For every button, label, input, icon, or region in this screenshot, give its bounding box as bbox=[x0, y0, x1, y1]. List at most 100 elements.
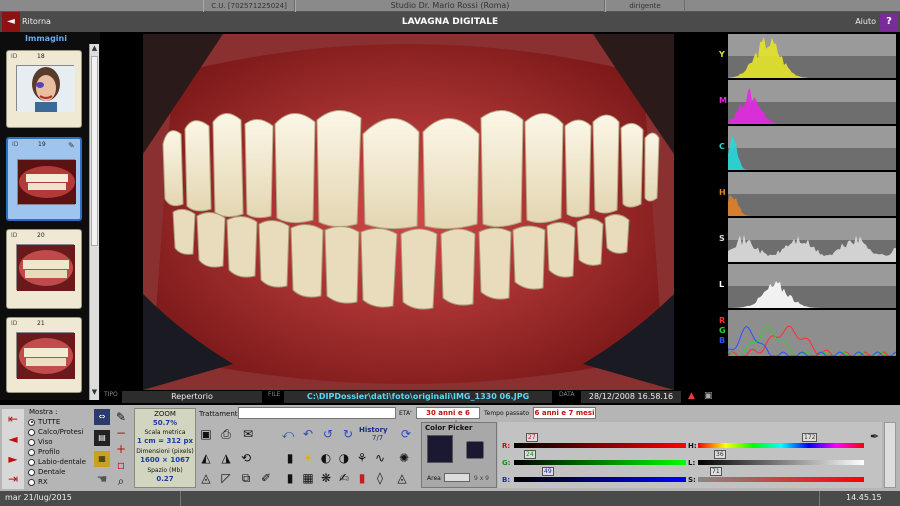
zoom-info-box: ZOOM 50.7% Scala metrica 1 cm = 312 px D… bbox=[134, 408, 196, 488]
radio-icon[interactable] bbox=[28, 428, 35, 436]
scroll-up-icon[interactable]: ▲ bbox=[885, 423, 895, 430]
thumbnail-item[interactable]: ID 21 bbox=[6, 317, 82, 393]
id-label: ID bbox=[11, 320, 18, 327]
r-slider[interactable] bbox=[514, 443, 686, 448]
panel-scrollbar[interactable]: ▲ ▼ bbox=[884, 422, 896, 488]
scroll-up-icon[interactable]: ▲ bbox=[90, 44, 99, 54]
undo-icon[interactable]: ↶ bbox=[300, 426, 316, 442]
hand-icon[interactable]: ☚ bbox=[94, 471, 110, 487]
teeth-photo-thumbnail bbox=[16, 244, 75, 291]
email-icon[interactable]: ✉ bbox=[238, 426, 258, 442]
last-icon[interactable]: ⇥ bbox=[5, 471, 21, 487]
radio-icon[interactable] bbox=[28, 458, 35, 466]
search-icon[interactable]: ⌕ bbox=[113, 473, 129, 489]
dental-photo-canvas[interactable] bbox=[143, 34, 674, 390]
sharpen-icon[interactable]: ▮ bbox=[282, 470, 298, 486]
save-icon[interactable]: ▣ bbox=[198, 426, 214, 442]
contrast-icon[interactable]: ◐ bbox=[318, 450, 334, 466]
histogram-label: H bbox=[719, 188, 726, 197]
status-date: mar 21/lug/2015 bbox=[5, 493, 72, 502]
redo-icon[interactable]: ↻ bbox=[340, 426, 356, 442]
pen-icon[interactable]: ✎ bbox=[113, 409, 129, 425]
brightness-bar-icon[interactable]: ▮ bbox=[282, 450, 298, 466]
refresh-icon[interactable]: ⟳ bbox=[398, 426, 414, 442]
mostra-option[interactable]: Viso bbox=[28, 438, 53, 448]
face-photo-thumbnail bbox=[16, 65, 75, 112]
histogram-s: S bbox=[719, 218, 896, 262]
crop-icon[interactable]: ◸ bbox=[218, 470, 234, 486]
scroll-down-icon[interactable]: ▼ bbox=[885, 481, 895, 488]
sidebar-scrollbar[interactable]: ▲ ▼ bbox=[89, 44, 99, 400]
radio-icon[interactable] bbox=[28, 448, 35, 456]
help-button[interactable]: ? bbox=[880, 13, 898, 31]
rgb-levels-icon[interactable]: ▲ bbox=[688, 391, 695, 401]
flip-horizontal-icon[interactable]: ◭ bbox=[198, 450, 214, 466]
brightness-icon[interactable]: ☀ bbox=[300, 450, 316, 466]
histogram-panel: Y M C H S L RGB bbox=[719, 34, 897, 357]
history-value: 7/7 bbox=[372, 434, 384, 442]
brush-icon[interactable]: ✍ bbox=[336, 470, 352, 486]
perspective-icon[interactable]: ◬ bbox=[198, 470, 214, 486]
reference-color-swatch bbox=[466, 441, 484, 459]
radio-icon[interactable] bbox=[28, 418, 35, 426]
flip-vertical-icon[interactable]: ◮ bbox=[218, 450, 234, 466]
area-slider[interactable] bbox=[444, 473, 470, 482]
radio-icon[interactable] bbox=[28, 478, 35, 486]
undo-step-icon[interactable]: ↺ bbox=[320, 426, 336, 442]
print-icon[interactable]: ⎙ bbox=[218, 426, 234, 442]
mostra-option[interactable]: Labio-dentale bbox=[28, 458, 86, 468]
b-slider[interactable] bbox=[514, 477, 686, 482]
thumbnail-item[interactable]: ID 20 bbox=[6, 229, 82, 309]
zoom-out-icon[interactable]: − bbox=[113, 425, 129, 441]
fit-view-icon[interactable]: ⇔ bbox=[94, 409, 110, 425]
saturation-icon[interactable]: ◊ bbox=[372, 470, 388, 486]
rotate-icon[interactable]: ⟲ bbox=[238, 450, 254, 466]
edit-icon[interactable]: ✎ bbox=[68, 141, 75, 150]
thumbnail-item-selected[interactable]: ID 19 ✎ bbox=[6, 137, 82, 221]
eta-value: 30 anni e 6 mesi bbox=[416, 407, 480, 428]
first-icon[interactable]: ⇤ bbox=[5, 411, 21, 427]
thumbnail-item[interactable]: ID 18 bbox=[6, 50, 82, 128]
radio-icon[interactable] bbox=[28, 438, 35, 446]
mostra-option-label: Labio-dentale bbox=[38, 458, 86, 466]
mostra-option[interactable]: TUTTE bbox=[28, 418, 60, 428]
levels-icon[interactable]: ⚘ bbox=[354, 450, 370, 466]
noise-icon[interactable]: ▦ bbox=[300, 470, 316, 486]
help-label[interactable]: Aiuto bbox=[820, 12, 876, 32]
mostra-option[interactable]: Calco/Protesi bbox=[28, 428, 83, 438]
scrollbar-thumb[interactable] bbox=[91, 56, 98, 246]
status-time: 14.45.15 bbox=[846, 493, 882, 502]
window-icon[interactable]: ▣ bbox=[704, 391, 713, 401]
next-icon[interactable]: ► bbox=[5, 451, 21, 467]
scroll-down-icon[interactable]: ▼ bbox=[90, 388, 99, 398]
gallery-icon[interactable]: ▦ bbox=[94, 451, 110, 467]
g-slider[interactable] bbox=[514, 460, 686, 465]
radio-icon[interactable] bbox=[28, 468, 35, 476]
eyedropper-icon[interactable]: ✐ bbox=[258, 470, 274, 486]
status-bar: mar 21/lug/2015 14.45.15 bbox=[0, 491, 900, 506]
s-slider[interactable] bbox=[698, 477, 864, 482]
gamma-icon[interactable]: ◑ bbox=[336, 450, 352, 466]
trattamento-input[interactable] bbox=[238, 407, 396, 419]
area-value: 9 x 9 bbox=[474, 475, 489, 482]
l-label: L: bbox=[688, 459, 696, 467]
drop-icon[interactable]: ◬ bbox=[394, 470, 410, 486]
curves-icon[interactable]: ∿ bbox=[372, 450, 388, 466]
l-slider[interactable] bbox=[698, 460, 864, 465]
filmstrip-icon[interactable]: ▤ bbox=[94, 430, 110, 446]
mostra-option[interactable]: Profilo bbox=[28, 448, 60, 458]
mostra-option[interactable]: Dentale bbox=[28, 468, 65, 478]
area-label: Area bbox=[427, 475, 441, 482]
auto-icon[interactable]: ✺ bbox=[394, 450, 414, 466]
resize-icon[interactable]: ⧉ bbox=[238, 470, 254, 486]
undo-all-icon[interactable]: ⤺ bbox=[280, 426, 296, 442]
zoom-in-icon[interactable]: + bbox=[113, 441, 129, 457]
history-label: History bbox=[359, 426, 388, 434]
h-slider[interactable] bbox=[698, 443, 864, 448]
prev-icon[interactable]: ◄ bbox=[5, 431, 21, 447]
color-balance-icon[interactable]: ▮ bbox=[354, 470, 370, 486]
blur-icon[interactable]: ❋ bbox=[318, 470, 334, 486]
fit-icon[interactable]: ▫ bbox=[113, 457, 129, 473]
mostra-option[interactable]: RX bbox=[28, 478, 48, 488]
eyedropper-tool-icon[interactable]: ✒ bbox=[870, 430, 879, 443]
